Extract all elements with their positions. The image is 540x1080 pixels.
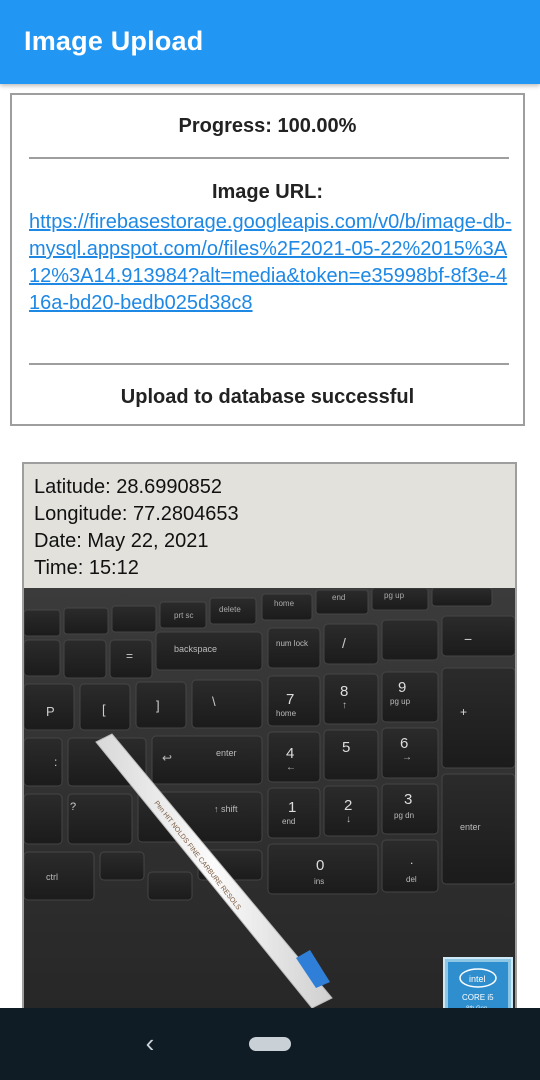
key-label: del [406, 875, 417, 884]
image-url-link[interactable]: https://firebasestorage.googleapis.com/v… [29, 209, 513, 317]
key-label: / [342, 635, 346, 651]
key-label: delete [219, 605, 241, 614]
key-label: P [46, 704, 55, 719]
key-label: prt sc [174, 611, 194, 620]
key-label: backspace [174, 644, 217, 654]
key-label: ins [314, 877, 324, 886]
time-text: Time: 15:12 [34, 557, 139, 579]
system-navigation-bar: ‹ [0, 1008, 540, 1080]
photo-metadata: Latitude: 28.6990852 Longitude: 77.28046… [34, 474, 239, 582]
app-title: Image Upload [24, 26, 204, 56]
key-label: enter [216, 748, 237, 758]
date-text: Date: May 22, 2021 [34, 530, 209, 552]
key-label: ctrl [46, 872, 58, 882]
key-label: pg up [384, 591, 405, 600]
key-label: : [54, 755, 57, 769]
key-label: end [332, 593, 345, 602]
key-label: 7 [286, 691, 294, 708]
home-pill-icon[interactable] [249, 1037, 291, 1051]
key-label: home [274, 599, 295, 608]
divider [29, 157, 509, 159]
key-label: ↑ shift [214, 804, 238, 814]
key-label: ← [286, 762, 296, 773]
key-label: end [282, 817, 295, 826]
progress-text: Progress: 100.00% [178, 115, 357, 137]
key-label: ↓ [346, 814, 351, 825]
key-label: 8 [340, 683, 348, 700]
key-label: − [464, 631, 472, 647]
key-label: . [410, 853, 413, 867]
key-label: 0 [316, 857, 324, 874]
sticker-brand: intel [469, 974, 486, 984]
key-label: ↑ [342, 700, 347, 711]
app-bar: Image Upload [0, 0, 540, 84]
divider [29, 363, 509, 365]
key-label: 5 [342, 739, 350, 756]
upload-status-text: Upload to database successful [120, 386, 415, 408]
image-url-label: Image URL: [211, 181, 324, 203]
back-icon[interactable]: ‹ [140, 1028, 160, 1059]
key-label: 6 [400, 735, 408, 752]
key-label: \ [212, 694, 216, 709]
key-label: 9 [398, 679, 406, 696]
latitude-text: Latitude: 28.6990852 [34, 476, 222, 498]
key-label: num lock [276, 639, 309, 648]
key-label: [ [102, 702, 106, 717]
key-label: pg dn [394, 811, 414, 820]
key-label: home [276, 709, 297, 718]
key-label: ] [156, 698, 160, 713]
key-label: ↩ [162, 751, 172, 765]
key-label: → [402, 752, 412, 763]
longitude-text: Longitude: 77.2804653 [34, 503, 239, 525]
uploaded-photo: prt sc delete home end pg up backspace n… [24, 587, 515, 1020]
key-label: ? [70, 801, 76, 813]
key-label: + [460, 705, 467, 719]
sticker-line1: CORE i5 [462, 993, 494, 1002]
key-label: enter [460, 822, 481, 832]
photo-card: Latitude: 28.6990852 Longitude: 77.28046… [22, 462, 517, 1022]
upload-result-card: Progress: 100.00% Image URL: https://fir… [10, 93, 525, 426]
key-label: 2 [344, 797, 352, 814]
key-label: 1 [288, 799, 296, 816]
key-label: 4 [286, 745, 294, 762]
keyboard-photo: prt sc delete home end pg up backspace n… [24, 587, 515, 1020]
key-label: 3 [404, 791, 412, 808]
key-label: pg up [390, 697, 411, 706]
key-label: = [126, 649, 133, 663]
